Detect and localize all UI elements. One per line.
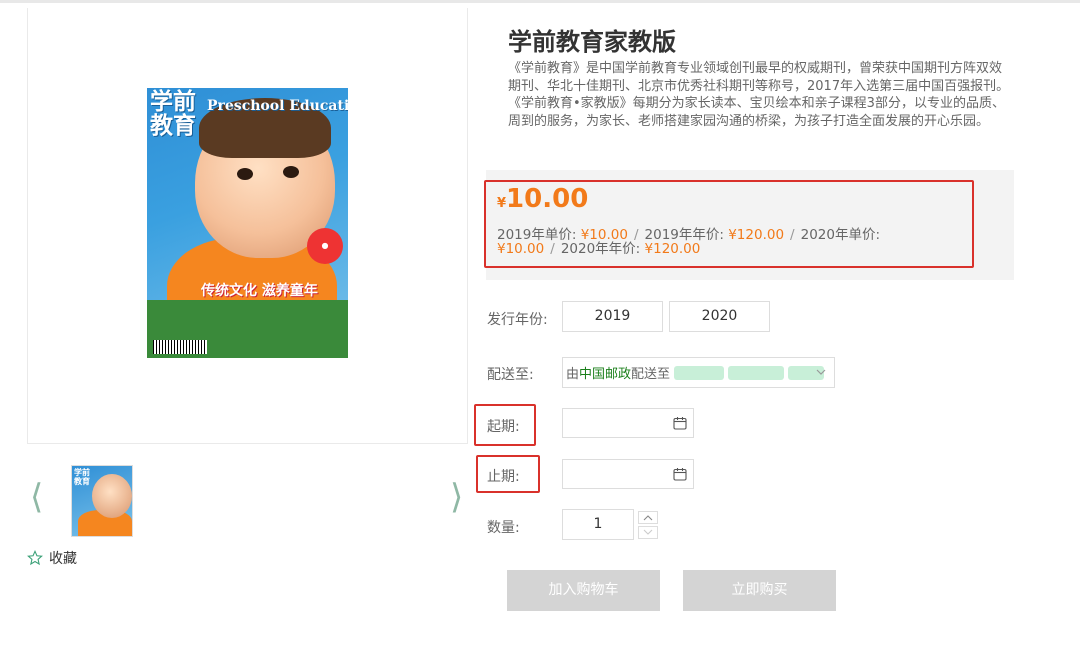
ship-destination-select[interactable]: 由中国邮政 配送至 <box>562 357 835 388</box>
ship-carrier: 中国邮政 <box>579 367 632 382</box>
product-title: 学前教育家教版 <box>508 28 676 56</box>
ship-label: 配送至: <box>487 367 534 383</box>
cover-title-cn: 学前教育 <box>150 88 196 139</box>
cover-title-en: Preschool Education <box>207 98 348 114</box>
start-date-label: 起期: <box>487 419 520 435</box>
buy-now-button[interactable]: 立即购买 <box>683 570 836 611</box>
ship-suffix: 配送至 <box>631 367 671 382</box>
favorite-label: 收藏 <box>49 551 77 567</box>
end-date-input[interactable] <box>562 459 694 489</box>
product-description: 《学前教育》是中国学前教育专业领域创刊最早的权威期刊，曾荣获中国期刊方阵双效期刊… <box>508 61 1010 129</box>
year-option-2020[interactable]: 2020 <box>669 301 770 332</box>
chevron-up-icon <box>643 515 653 521</box>
end-date-label: 止期: <box>487 469 520 485</box>
year-label: 发行年份: <box>487 312 548 328</box>
cover-badge: ● <box>307 228 343 264</box>
barcode-icon <box>153 340 207 354</box>
chevron-down-icon <box>816 369 826 375</box>
add-to-cart-button[interactable]: 加入购物车 <box>507 570 660 611</box>
quantity-stepper[interactable] <box>638 511 658 539</box>
top-divider <box>0 0 1080 3</box>
redacted-address <box>728 365 785 380</box>
prev-image-arrow[interactable]: ⟨ <box>30 480 43 514</box>
next-image-arrow[interactable]: ⟩ <box>450 480 463 514</box>
increment-button[interactable] <box>638 511 658 524</box>
price-highlight-box <box>484 180 974 268</box>
start-date-input[interactable] <box>562 408 694 438</box>
chevron-down-icon <box>643 529 653 535</box>
favorite-button[interactable]: 收藏 <box>27 548 77 568</box>
main-image-panel: 学前教育 Preschool Education ● 传统文化 滋养童年 <box>27 8 468 444</box>
quantity-input[interactable]: 1 <box>562 509 634 540</box>
year-option-2019[interactable]: 2019 <box>562 301 663 332</box>
star-icon <box>27 550 43 566</box>
cover-slogan: 传统文化 滋养童年 <box>201 283 318 299</box>
magazine-cover-image[interactable]: 学前教育 Preschool Education ● 传统文化 滋养童年 <box>147 88 348 358</box>
calendar-icon <box>673 468 687 481</box>
decrement-button[interactable] <box>638 526 658 539</box>
ship-prefix: 由 <box>566 367 580 382</box>
calendar-icon <box>673 417 687 430</box>
thumbnail-title: 学前教育 <box>74 468 90 486</box>
thumbnail-image[interactable]: 学前教育 <box>71 465 133 537</box>
redacted-address <box>674 365 725 380</box>
quantity-label: 数量: <box>487 520 520 536</box>
